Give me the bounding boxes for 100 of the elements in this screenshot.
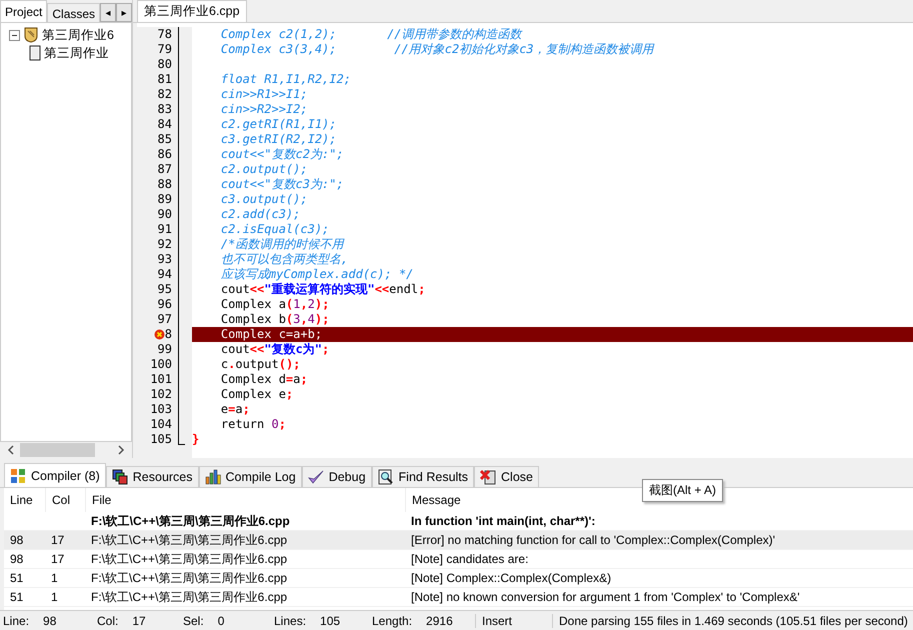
file-tab[interactable]: 第三周作业6.cpp [137,0,247,22]
code-line: c3.output(); [220,192,309,207]
line-number: 86 [158,147,172,162]
code-line: Complex c3(3,4); //用对象c2初始化对象c3，复制构造函数被调用 [220,42,656,57]
line-number: 90 [158,207,172,222]
code-line: c2.isEqual(c3); [220,222,330,237]
table-cell-text: 51 [9,590,24,604]
magnifier-icon [378,469,394,485]
panel-tab[interactable]: Compile Log [198,466,302,487]
status-label: Length: [372,614,412,628]
line-number: 85 [158,132,172,147]
code-line: 应该写成myComplex.add(c); */ [220,267,414,282]
status-label: Col: [97,614,118,628]
status-value: 0 [218,614,224,628]
table-cell-text: 17 [50,552,66,566]
table-row[interactable]: 51 1 F:\软工\C++\第三周\第三周作业6.cpp [Note] Complex::Complex(Complex&) [4,569,913,588]
code-line: c3.getRI(R2,I2); [220,132,338,147]
status-label: Line: [3,614,30,628]
line-number: 104 [150,417,172,432]
table-row[interactable]: 98 17 F:\软工\C++\第三周\第三周作业6.cpp [Note] candidates are: [4,550,913,569]
code-line: e=a; [220,402,251,417]
table-cell-text: F:\软工\C++\第三周\第三周作业6.cpp [90,588,288,606]
table-cell-text: F:\软工\C++\第三周\第三周作业6.cpp [90,570,288,586]
code-line: cout<<"复数c2为:"; [220,147,345,162]
panel-tab[interactable]: Compiler (8) [4,463,106,487]
tree-item[interactable]: 第三周作业 [44,44,109,62]
line-number: 87 [158,162,172,177]
tab-scroll-button[interactable]: ◂ [100,3,116,22]
line-number: 80 [158,57,172,72]
line-number: 95 [158,282,172,297]
status-message: Done parsing 155 files in 1.469 seconds (105.51 files per second) [552,614,908,628]
collapse-icon[interactable] [9,30,20,40]
table-cell-text: 51 [9,571,24,585]
line-number: 103 [150,402,172,417]
column-header[interactable]: File [85,488,405,512]
code-line: Complex d=a; [220,372,309,387]
grid-icon [10,468,26,484]
line-number: 79 [158,42,172,57]
checkmark-icon [308,469,324,485]
tree-item[interactable]: 第三周作业6 [42,26,114,44]
line-number: 88 [158,177,172,192]
table-cell-text: [Error] no matching function for call to 'Complex::Complex(Complex)' [410,533,776,547]
code-line: cin>>R2>>I2; [220,102,309,117]
table-row[interactable]: 51 1 F:\软工\C++\第三周\第三周作业6.cpp [Note] no known conversion for argument 1 from 'Complex' to 'Complex&' [4,588,913,607]
code-line: c2.getRI(R1,I1); [220,117,338,132]
table-cell-text: F:\软工\C++\第三周\第三周作业6.cpp [90,532,288,548]
column-header[interactable]: Line [4,488,45,512]
table-cell-text: 98 [9,533,24,547]
status-value: 98 [43,614,56,628]
panel-tab[interactable]: Close [474,466,539,487]
panel-tab[interactable]: Find Results [372,466,474,487]
panel-tab[interactable]: Project [0,0,48,22]
code-line: /*函数调用的时候不用 [220,237,346,252]
line-number: 91 [158,222,172,237]
code-line: 也不可以包含两类型名, [220,252,350,267]
table-row[interactable]: 98 17 F:\软工\C++\第三周\第三周作业6.cpp [Error] no matching function for call to 'Complex::Complex(Complex)' [4,531,913,550]
table-cell-text: F:\软工\C++\第三周\第三周作业6.cpp [90,512,291,530]
line-number: 83 [158,102,172,117]
panel-tab[interactable]: Debug [302,466,372,487]
table-cell-text: [Note] candidates are: [410,552,530,566]
code-line: Complex a(1,2); [220,297,330,312]
code-line: c2.output(); [220,162,309,177]
line-number: 92 [158,237,172,252]
line-number: 96 [158,297,172,312]
line-number: 99 [158,342,172,357]
table-cell-text: [Note] no known conversion for argument 1 from 'Complex' to 'Complex&' [410,590,801,604]
code-line: c2.add(c3); [220,207,302,222]
status-label: Sel: [183,614,204,628]
line-number: 93 [158,252,172,267]
project-icon [23,27,39,43]
bar-chart-icon [204,469,221,485]
line-number: 101 [150,372,172,387]
line-number: 78 [158,27,172,42]
line-number: 97 [158,312,172,327]
status-value: 2916 [426,614,453,628]
file-icon [29,45,41,61]
panel-tab[interactable]: Classes [47,3,100,22]
panel-tab[interactable]: Resources [106,466,199,487]
table-cell-text: 1 [50,571,59,585]
code-line: Complex e; [220,387,294,402]
status-value: 17 [132,614,146,628]
code-line: cout<<"重载运算符的实现"<<endl; [220,282,426,297]
line-number: 105 [150,432,172,447]
code-line: c.output(); [220,357,302,372]
line-number: 100 [150,357,172,372]
column-header[interactable]: Col [45,488,85,512]
table-cell-text: [Note] Complex::Complex(Complex&) [410,571,612,585]
code-line: return 0; [220,417,287,432]
line-number: 89 [158,192,172,207]
line-number: 82 [158,87,172,102]
code-line: Complex c2(1,2); //调用带参数的构造函数 [220,27,524,42]
code-line: cout<<"复数c为"; [220,342,330,357]
line-number: 102 [150,387,172,402]
tooltip: 截图(Alt + A) [642,479,724,502]
line-number: 84 [158,117,172,132]
table-cell-text: 98 [9,552,24,566]
code-line: cin>>R1>>I1; [220,87,309,102]
edit-mode: Insert [475,614,552,628]
status-label: Lines: [274,614,306,628]
tab-scroll-button[interactable]: ▸ [116,3,132,22]
